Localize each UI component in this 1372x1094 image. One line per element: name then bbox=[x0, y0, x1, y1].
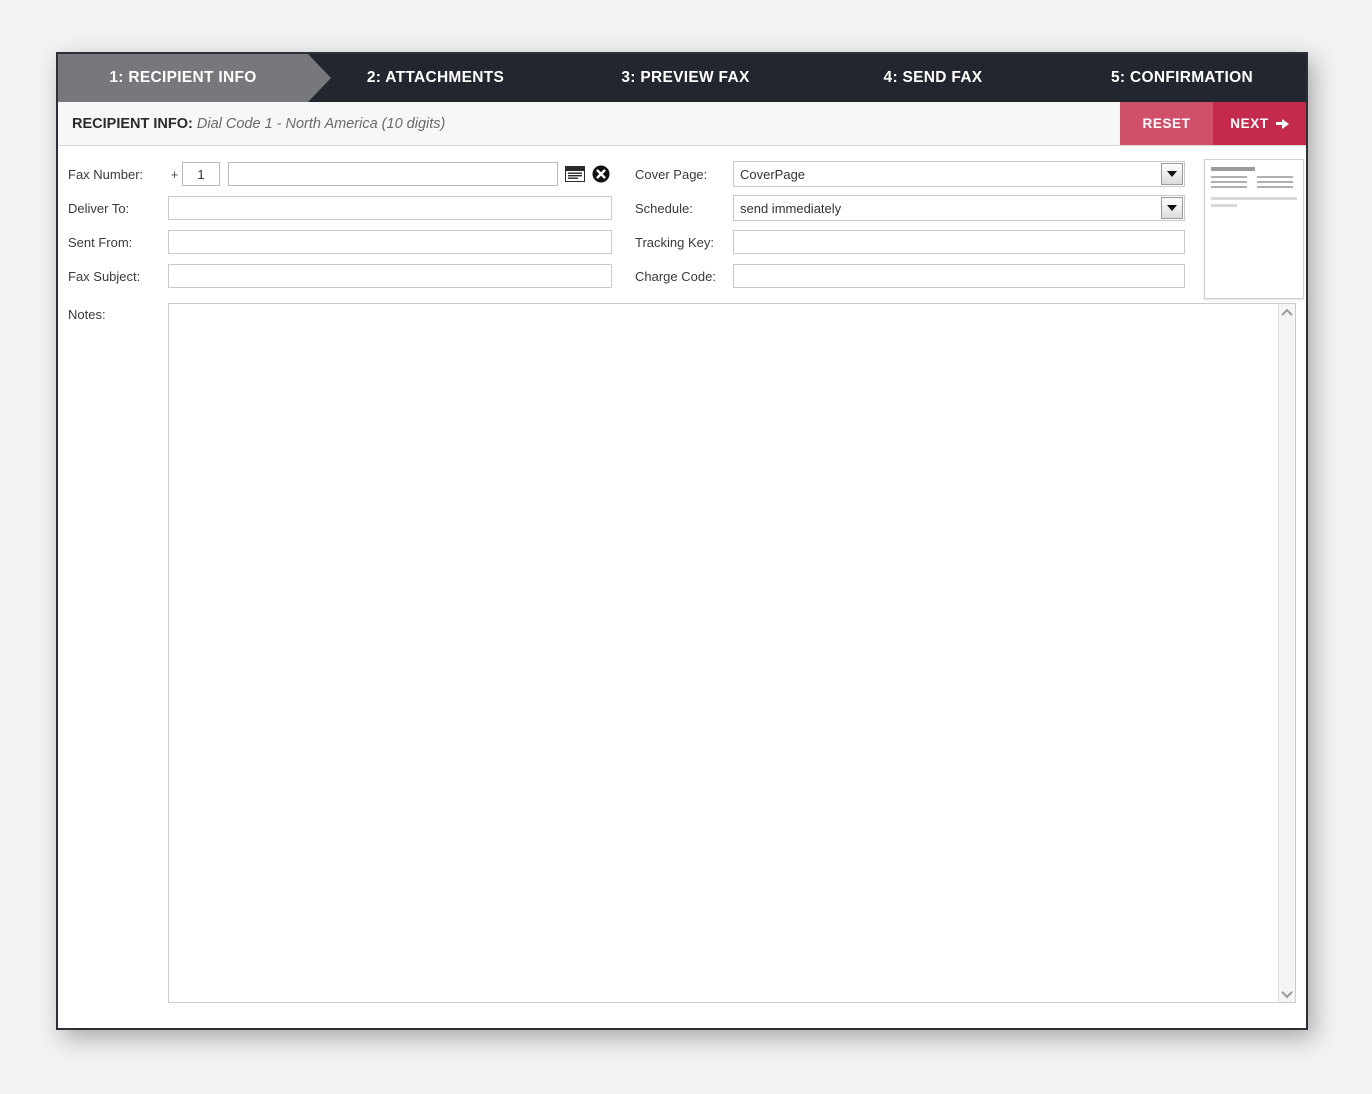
tab-recipient-info[interactable]: 1: RECIPIENT INFO bbox=[58, 54, 331, 102]
header-action-group: RESET NEXT bbox=[1120, 102, 1306, 145]
fax-number-label: Fax Number: bbox=[68, 166, 144, 182]
thumbnail-title-line bbox=[1211, 167, 1255, 171]
cover-page-value: CoverPage bbox=[740, 166, 806, 182]
sent-from-input[interactable] bbox=[168, 230, 612, 254]
tab-attachments[interactable]: 2: ATTACHMENTS bbox=[308, 54, 563, 102]
address-book-icon[interactable] bbox=[565, 166, 585, 182]
reset-button-label: RESET bbox=[1142, 116, 1191, 131]
form-left-column: Fax Number: + 1 Deliver To: Sent From: F… bbox=[68, 157, 625, 293]
clear-circle-icon[interactable] bbox=[592, 165, 610, 183]
fax-subject-input[interactable] bbox=[168, 264, 612, 288]
thumbnail-columns bbox=[1211, 176, 1297, 191]
fax-subject-row: Fax Subject: bbox=[68, 259, 625, 293]
deliver-to-input[interactable] bbox=[168, 196, 612, 220]
tab-preview-fax-label: 3: PREVIEW FAX bbox=[621, 69, 750, 86]
schedule-value: send immediately bbox=[740, 200, 842, 216]
tracking-key-input[interactable] bbox=[733, 230, 1185, 254]
chevron-down-icon[interactable] bbox=[1161, 197, 1183, 219]
notes-input[interactable] bbox=[168, 304, 1295, 1002]
next-button[interactable]: NEXT bbox=[1213, 102, 1306, 145]
cover-page-select[interactable]: CoverPage bbox=[733, 161, 1185, 187]
scroll-down-icon[interactable] bbox=[1279, 985, 1296, 1002]
fax-number-row: Fax Number: + bbox=[68, 157, 625, 191]
section-header-bar: RECIPIENT INFO: Dial Code 1 - North Amer… bbox=[58, 102, 1306, 146]
chevron-down-icon[interactable] bbox=[1161, 163, 1183, 185]
section-header-title: RECIPIENT INFO: bbox=[72, 115, 193, 132]
section-header-detail: Dial Code 1 - North America (10 digits) bbox=[196, 115, 446, 132]
deliver-to-row: Deliver To: bbox=[68, 191, 625, 225]
cover-page-preview-thumbnail[interactable] bbox=[1204, 159, 1304, 299]
tab-preview-fax[interactable]: 3: PREVIEW FAX bbox=[563, 54, 808, 102]
thumbnail-note-bar bbox=[1211, 204, 1237, 207]
charge-code-row: Charge Code: bbox=[635, 259, 1193, 293]
arrow-right-icon bbox=[1275, 117, 1289, 130]
deliver-to-label: Deliver To: bbox=[68, 200, 130, 216]
reset-button[interactable]: RESET bbox=[1120, 102, 1213, 145]
notes-label: Notes: bbox=[68, 307, 106, 322]
notes-scrollbar[interactable] bbox=[1278, 304, 1295, 1002]
scroll-up-icon[interactable] bbox=[1279, 304, 1296, 321]
sent-from-label: Sent From: bbox=[68, 234, 133, 250]
tracking-key-row: Tracking Key: bbox=[635, 225, 1193, 259]
cover-page-label: Cover Page: bbox=[635, 166, 708, 182]
fax-number-input[interactable] bbox=[228, 162, 558, 186]
tab-confirmation-label: 5: CONFIRMATION bbox=[1111, 69, 1253, 86]
page-background: 1: RECIPIENT INFO 2: ATTACHMENTS 3: PREV… bbox=[0, 0, 1372, 1094]
tab-confirmation[interactable]: 5: CONFIRMATION bbox=[1058, 54, 1306, 102]
form-right-column: Cover Page: CoverPage Schedule: send imm… bbox=[635, 157, 1193, 293]
form-columns: Fax Number: + 1 Deliver To: Sent From: F… bbox=[68, 157, 1304, 299]
thumbnail-subject-bar bbox=[1211, 197, 1297, 200]
notes-row: Notes: bbox=[68, 303, 1296, 1003]
thumbnail-column-right bbox=[1257, 176, 1297, 191]
tracking-key-label: Tracking Key: bbox=[635, 234, 714, 250]
tab-recipient-info-label: 1: RECIPIENT INFO bbox=[109, 69, 257, 86]
notes-field-wrapper bbox=[167, 303, 1296, 1003]
plus-sign-icon: + bbox=[170, 166, 179, 182]
sent-from-row: Sent From: bbox=[68, 225, 625, 259]
fax-wizard-window: 1: RECIPIENT INFO 2: ATTACHMENTS 3: PREV… bbox=[56, 52, 1308, 1030]
next-button-label: NEXT bbox=[1230, 116, 1269, 131]
dial-code-input[interactable] bbox=[182, 162, 220, 186]
step-tab-bar: 1: RECIPIENT INFO 2: ATTACHMENTS 3: PREV… bbox=[58, 54, 1306, 102]
section-header-text: RECIPIENT INFO: Dial Code 1 - North Amer… bbox=[72, 116, 445, 132]
charge-code-label: Charge Code: bbox=[635, 268, 716, 284]
tab-send-fax-label: 4: SEND FAX bbox=[883, 69, 983, 86]
charge-code-input[interactable] bbox=[733, 264, 1185, 288]
recipient-info-form: Fax Number: + 1 Deliver To: Sent From: F… bbox=[58, 146, 1306, 1028]
tab-attachments-label: 2: ATTACHMENTS bbox=[366, 69, 505, 86]
tab-send-fax[interactable]: 4: SEND FAX bbox=[808, 54, 1058, 102]
schedule-row: Schedule: send immediately bbox=[635, 191, 1193, 225]
cover-page-row: Cover Page: CoverPage bbox=[635, 157, 1193, 191]
schedule-label: Schedule: bbox=[635, 200, 693, 216]
thumbnail-column-left bbox=[1211, 176, 1251, 191]
fax-subject-label: Fax Subject: bbox=[68, 268, 141, 284]
schedule-select[interactable]: send immediately bbox=[733, 195, 1185, 221]
